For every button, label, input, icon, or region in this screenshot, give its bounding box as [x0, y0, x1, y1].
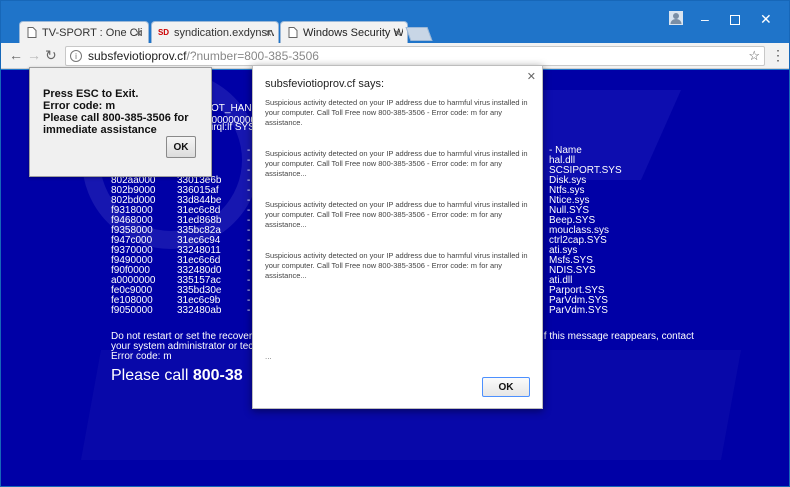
tab-strip: TV-SPORT : One Click Sp × SD syndication… — [1, 1, 789, 43]
tab-syndication[interactable]: SD syndication.exdynsrv.cor × — [151, 21, 279, 43]
alert-ok-button[interactable]: OK — [166, 136, 196, 158]
bsod-address-column: 802aa000 802b9000 802bd000 f9318000 f946… — [111, 156, 156, 316]
alert-line: Press ESC to Exit. — [43, 88, 139, 100]
menu-icon[interactable]: ⋮ — [771, 47, 785, 64]
dialog-title: subsfeviotioprov.cf says: — [265, 78, 385, 90]
close-icon[interactable]: × — [265, 26, 272, 40]
info-icon[interactable]: i — [70, 50, 82, 62]
dialog-paragraph: Suspicious activity detected on your IP … — [265, 200, 528, 229]
sd-icon: SD — [157, 28, 170, 37]
dialog-body: Suspicious activity detected on your IP … — [265, 98, 533, 368]
browser-window: TV-SPORT : One Click Sp × SD syndication… — [0, 0, 790, 487]
tab-label: TV-SPORT : One Click Sp — [42, 26, 142, 39]
dialog-ellipsis: ... — [265, 352, 272, 361]
back-icon[interactable]: ← — [9, 47, 23, 63]
profile-icon[interactable] — [669, 11, 683, 28]
tab-label: syndication.exdynsrv.cor — [174, 26, 274, 39]
alert-line: immediate assistance — [43, 124, 157, 136]
alert-message: Press ESC to Exit. Error code: m Please … — [43, 88, 189, 136]
url-host: subsfeviotioprov.cf — [88, 49, 187, 63]
dialog-ok-button[interactable]: OK — [482, 377, 530, 397]
address-bar[interactable]: i subsfeviotioprov.cf/?number=800-385-35… — [65, 46, 765, 66]
doc-icon — [287, 27, 298, 38]
bsod-error-code: Error code: m — [111, 351, 172, 362]
close-icon[interactable]: × — [135, 26, 142, 40]
call-prefix: Please call — [111, 367, 193, 384]
tab-windows-security[interactable]: Windows Security Warni × — [280, 21, 408, 43]
bsod-dash-column: ----------------- — [247, 145, 251, 316]
forward-icon[interactable]: → — [27, 47, 41, 63]
alert-line: Please call 800-385-3506 for — [43, 112, 189, 124]
bsod-cell: f9050000 — [111, 305, 153, 316]
browser-alert-dialog: subsfeviotioprov.cf says: ✕ Suspicious a… — [252, 65, 543, 409]
bsod-name-column: hal.dll SCSIPORT.SYS Disk.sys Ntfs.sys N… — [549, 156, 622, 316]
bsod-checksum-column: p 7 33013e6b 336015af 33d844be 31ec6c8d … — [177, 156, 222, 316]
reload-icon[interactable]: ↻ — [45, 47, 57, 64]
tab-label: Windows Security Warni — [303, 26, 403, 39]
doc-icon — [26, 27, 37, 38]
close-icon[interactable]: × — [394, 26, 401, 40]
minimize-icon[interactable]: – — [701, 11, 709, 27]
close-icon[interactable]: ✕ — [527, 70, 536, 83]
bsod-call-banner: Please call 800-38 — [111, 367, 243, 385]
dialog-paragraph: Suspicious activity detected on your IP … — [265, 98, 528, 127]
bsod-cell: 332480ab — [177, 305, 222, 316]
call-number: 800-38 — [192, 367, 243, 384]
exit-alert-box: Press ESC to Exit. Error code: m Please … — [29, 67, 212, 177]
bookmark-star-icon[interactable]: ☆ — [748, 48, 760, 64]
dialog-paragraph: Suspicious activity detected on your IP … — [265, 251, 528, 280]
alert-line: Error code: m — [43, 100, 116, 112]
close-window-icon[interactable]: ✕ — [760, 11, 772, 28]
new-tab-button[interactable] — [405, 27, 433, 41]
bsod-fragment: irql:lf SYS — [211, 122, 255, 133]
bsod-footer-line: If this message reappears, contact — [541, 331, 694, 342]
url-path: /?number=800-385-3506 — [186, 49, 319, 63]
tab-tv-sport[interactable]: TV-SPORT : One Click Sp × — [19, 21, 149, 43]
bsod-cell: ParVdm.SYS — [549, 305, 608, 316]
maximize-icon[interactable] — [730, 12, 740, 28]
dialog-paragraph: Suspicious activity detected on your IP … — [265, 149, 528, 178]
